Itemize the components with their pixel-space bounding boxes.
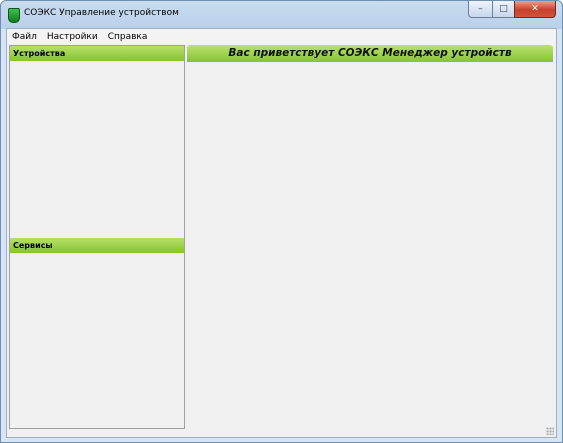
client-area: Файл Настройки Справка Устройства Сервис… (6, 28, 557, 438)
window-controls: – □ ✕ (468, 1, 556, 19)
welcome-banner: Вас приветствует СОЭКС Менеджер устройст… (187, 45, 553, 62)
menu-help[interactable]: Справка (103, 29, 153, 44)
menu-bar: Файл Настройки Справка (7, 29, 556, 44)
menu-file[interactable]: Файл (7, 29, 42, 44)
close-button[interactable]: ✕ (514, 1, 556, 18)
services-header[interactable]: Сервисы (10, 238, 184, 253)
minimize-button[interactable]: – (468, 1, 492, 18)
window-title: СОЭКС Управление устройством (24, 8, 179, 18)
left-panel: Устройства Сервисы (9, 45, 185, 429)
app-icon[interactable] (8, 8, 20, 23)
title-bar[interactable]: СОЭКС Управление устройством – □ ✕ (1, 1, 562, 27)
close-icon: ✕ (531, 4, 539, 14)
devices-header[interactable]: Устройства (10, 46, 184, 61)
menu-settings[interactable]: Настройки (42, 29, 103, 44)
maximize-icon: □ (499, 4, 508, 14)
main-content-area (187, 62, 553, 430)
app-window: СОЭКС Управление устройством – □ ✕ Файл … (0, 0, 563, 443)
minimize-icon: – (478, 4, 483, 14)
services-list[interactable] (10, 253, 184, 428)
maximize-button[interactable]: □ (492, 1, 514, 18)
resize-grip[interactable] (546, 427, 554, 435)
devices-list[interactable] (10, 61, 184, 238)
